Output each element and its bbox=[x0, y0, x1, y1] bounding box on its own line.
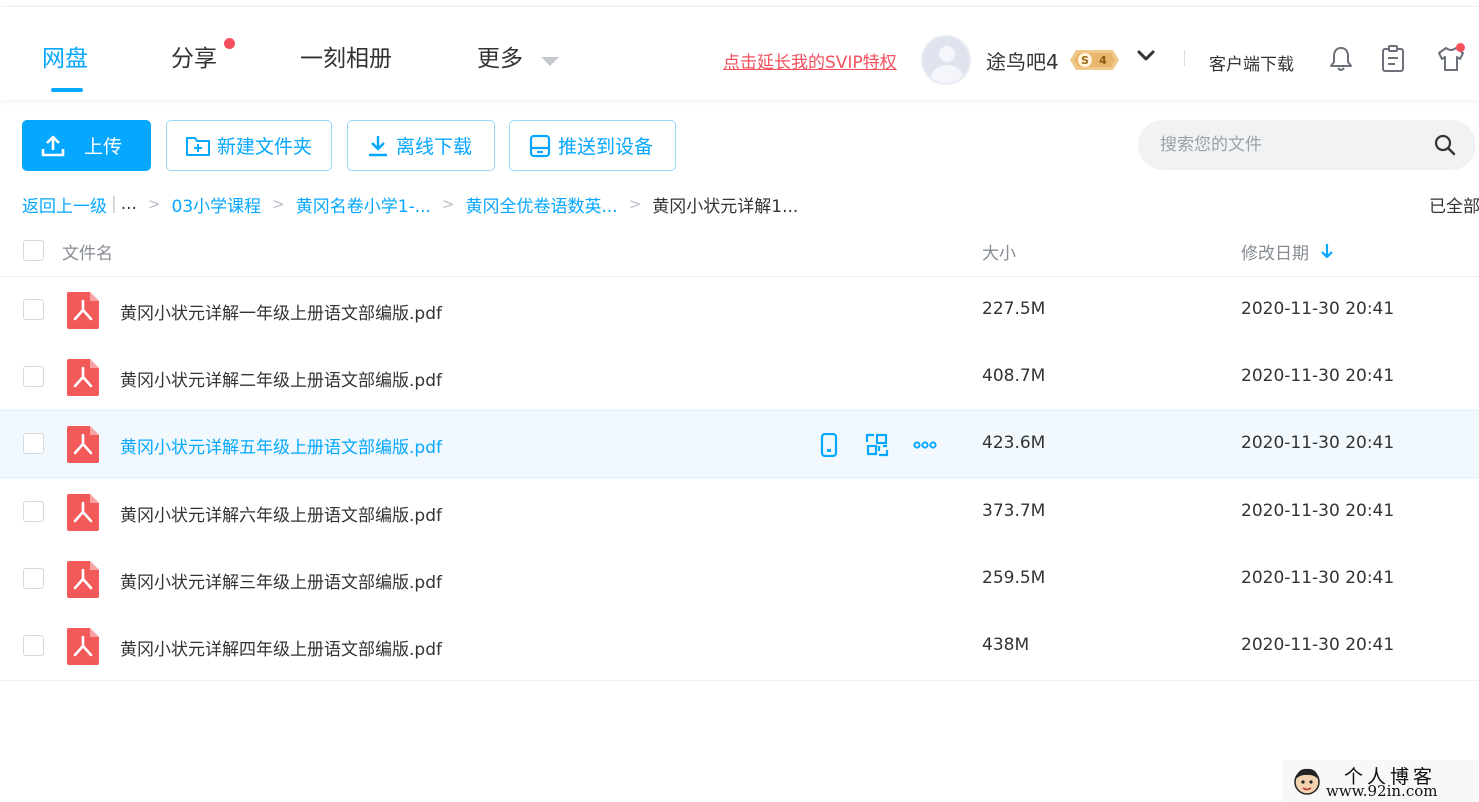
select-all-checkbox[interactable] bbox=[23, 240, 44, 261]
file-name[interactable]: 黄冈小状元详解六年级上册语文部编版.pdf bbox=[120, 501, 442, 526]
file-size: 373.7M bbox=[982, 501, 1046, 521]
row-checkbox[interactable] bbox=[23, 635, 44, 656]
push-to-device-label: 推送到设备 bbox=[558, 136, 654, 158]
tab-netdisk[interactable]: 网盘 bbox=[42, 39, 88, 73]
more-caret-icon[interactable] bbox=[541, 57, 559, 66]
blog-watermark: 个人博客 www.92in.com bbox=[1282, 760, 1478, 802]
more-options-icon[interactable] bbox=[913, 433, 937, 457]
file-name[interactable]: 黄冈小状元详解三年级上册语文部编版.pdf bbox=[120, 568, 442, 593]
table-row-hovered[interactable]: 黄冈小状元详解五年级上册语文部编版.pdf 423.6M 2020-11-30 … bbox=[0, 410, 1479, 478]
pdf-file-icon bbox=[67, 628, 99, 665]
upload-label: 上传 bbox=[84, 136, 123, 158]
breadcrumb-back[interactable]: 返回上一级 bbox=[22, 192, 107, 217]
header-date[interactable]: 修改日期 bbox=[1241, 239, 1309, 264]
share-qr-icon[interactable] bbox=[865, 433, 889, 457]
file-size: 438M bbox=[982, 635, 1030, 655]
breadcrumb-pipe: | bbox=[111, 194, 117, 214]
tab-more[interactable]: 更多 bbox=[477, 39, 523, 73]
watermark-url: www.92in.com bbox=[1326, 782, 1438, 800]
clipboard-icon[interactable] bbox=[1380, 45, 1406, 73]
breadcrumb-item[interactable]: 03小学课程 bbox=[172, 192, 262, 217]
skin-notification-dot bbox=[1456, 43, 1465, 52]
client-download-link[interactable]: 客户端下载 bbox=[1209, 50, 1294, 75]
file-size: 227.5M bbox=[982, 299, 1046, 319]
cartoon-face-icon bbox=[1294, 768, 1320, 795]
file-name[interactable]: 黄冈小状元详解一年级上册语文部编版.pdf bbox=[120, 299, 442, 324]
offline-download-label: 离线下载 bbox=[396, 136, 473, 158]
breadcrumb-item[interactable]: 黄冈全优卷语数英... bbox=[466, 192, 618, 217]
avatar[interactable] bbox=[921, 35, 971, 85]
table-row[interactable]: 黄冈小状元详解一年级上册语文部编版.pdf 227.5M 2020-11-30 … bbox=[0, 277, 1479, 345]
table-header: 文件名 大小 修改日期 bbox=[0, 228, 1479, 277]
username[interactable]: 途鸟吧4 bbox=[986, 46, 1059, 75]
push-to-phone-icon[interactable] bbox=[817, 433, 841, 457]
search-box bbox=[1138, 120, 1476, 170]
header-divider bbox=[1184, 50, 1185, 66]
table-row[interactable]: 黄冈小状元详解四年级上册语文部编版.pdf 438M 2020-11-30 20… bbox=[0, 613, 1479, 681]
user-menu-chevron-icon[interactable] bbox=[1136, 49, 1156, 63]
breadcrumb-current: 黄冈小状元详解1... bbox=[652, 196, 799, 217]
pdf-file-icon bbox=[67, 494, 99, 531]
breadcrumb: 返回上一级 | ... > 03小学课程 > 黄冈名卷小学1-... > 黄冈全… bbox=[22, 192, 799, 217]
header-filename[interactable]: 文件名 bbox=[62, 239, 113, 264]
breadcrumb-separator-icon: > bbox=[272, 195, 285, 213]
badge-level: 4 bbox=[1099, 54, 1107, 67]
row-checkbox[interactable] bbox=[23, 501, 44, 522]
file-date: 2020-11-30 20:41 bbox=[1241, 501, 1395, 521]
file-size: 408.7M bbox=[982, 366, 1046, 386]
avatar-head bbox=[939, 46, 955, 62]
file-date: 2020-11-30 20:41 bbox=[1241, 568, 1395, 588]
row-checkbox[interactable] bbox=[23, 299, 44, 320]
breadcrumb-separator-icon: > bbox=[628, 195, 642, 213]
active-tab-underline bbox=[51, 88, 83, 92]
share-notification-dot bbox=[224, 38, 235, 49]
new-folder-icon bbox=[186, 136, 210, 156]
file-date: 2020-11-30 20:41 bbox=[1241, 635, 1395, 655]
table-row[interactable]: 黄冈小状元详解六年级上册语文部编版.pdf 373.7M 2020-11-30 … bbox=[0, 479, 1479, 547]
file-size: 423.6M bbox=[982, 433, 1046, 453]
new-folder-button[interactable]: 新建文件夹 bbox=[166, 120, 332, 171]
push-to-device-button[interactable]: 推送到设备 bbox=[509, 120, 676, 171]
breadcrumb-separator-icon: > bbox=[147, 195, 161, 213]
pdf-file-icon bbox=[67, 359, 99, 396]
search-icon[interactable] bbox=[1434, 134, 1456, 156]
file-date: 2020-11-30 20:41 bbox=[1241, 299, 1395, 319]
breadcrumb-ellipsis[interactable]: ... bbox=[121, 194, 137, 214]
pdf-file-icon bbox=[67, 292, 99, 329]
file-name[interactable]: 黄冈小状元详解五年级上册语文部编版.pdf bbox=[120, 433, 442, 458]
svip-extend-link[interactable]: 点击延长我的SVIP特权 bbox=[723, 48, 897, 73]
pdf-file-icon bbox=[67, 561, 99, 598]
tab-share[interactable]: 分享 bbox=[171, 39, 217, 73]
device-icon bbox=[529, 134, 551, 157]
breadcrumb-item[interactable]: 黄冈名卷小学1-... bbox=[296, 192, 431, 217]
avatar-body bbox=[931, 65, 963, 83]
download-icon bbox=[369, 135, 387, 156]
upload-icon bbox=[41, 135, 65, 156]
netdisk-page: 网盘 分享 一刻相册 更多 点击延长我的SVIP特权 途鸟吧4 S 4 客户端下… bbox=[0, 0, 1479, 802]
svip-level-badge: S 4 bbox=[1070, 50, 1119, 70]
file-date: 2020-11-30 20:41 bbox=[1241, 433, 1395, 453]
header-size[interactable]: 大小 bbox=[982, 239, 1016, 264]
new-folder-label: 新建文件夹 bbox=[217, 136, 313, 158]
top-nav: 网盘 分享 一刻相册 更多 点击延长我的SVIP特权 途鸟吧4 S 4 客户端下… bbox=[0, 6, 1479, 100]
badge-letter: S bbox=[1081, 54, 1089, 67]
table-row[interactable]: 黄冈小状元详解二年级上册语文部编版.pdf 408.7M 2020-11-30 … bbox=[0, 344, 1479, 412]
pdf-file-icon bbox=[67, 426, 99, 463]
loaded-all-status: 已全部 bbox=[1429, 197, 1479, 217]
file-size: 259.5M bbox=[982, 568, 1046, 588]
file-date: 2020-11-30 20:41 bbox=[1241, 366, 1395, 386]
upload-button[interactable]: 上传 bbox=[22, 120, 151, 171]
row-checkbox[interactable] bbox=[23, 433, 44, 454]
tab-moment-album[interactable]: 一刻相册 bbox=[300, 39, 392, 73]
offline-download-button[interactable]: 离线下载 bbox=[347, 120, 495, 171]
sort-desc-arrow-icon[interactable] bbox=[1320, 243, 1334, 259]
row-checkbox[interactable] bbox=[23, 366, 44, 387]
row-checkbox[interactable] bbox=[23, 568, 44, 589]
file-name[interactable]: 黄冈小状元详解四年级上册语文部编版.pdf bbox=[120, 635, 442, 660]
file-name[interactable]: 黄冈小状元详解二年级上册语文部编版.pdf bbox=[120, 366, 442, 391]
breadcrumb-separator-icon: > bbox=[441, 195, 455, 213]
search-input[interactable] bbox=[1138, 120, 1418, 170]
table-row[interactable]: 黄冈小状元详解三年级上册语文部编版.pdf 259.5M 2020-11-30 … bbox=[0, 546, 1479, 614]
bell-icon[interactable] bbox=[1328, 45, 1354, 73]
